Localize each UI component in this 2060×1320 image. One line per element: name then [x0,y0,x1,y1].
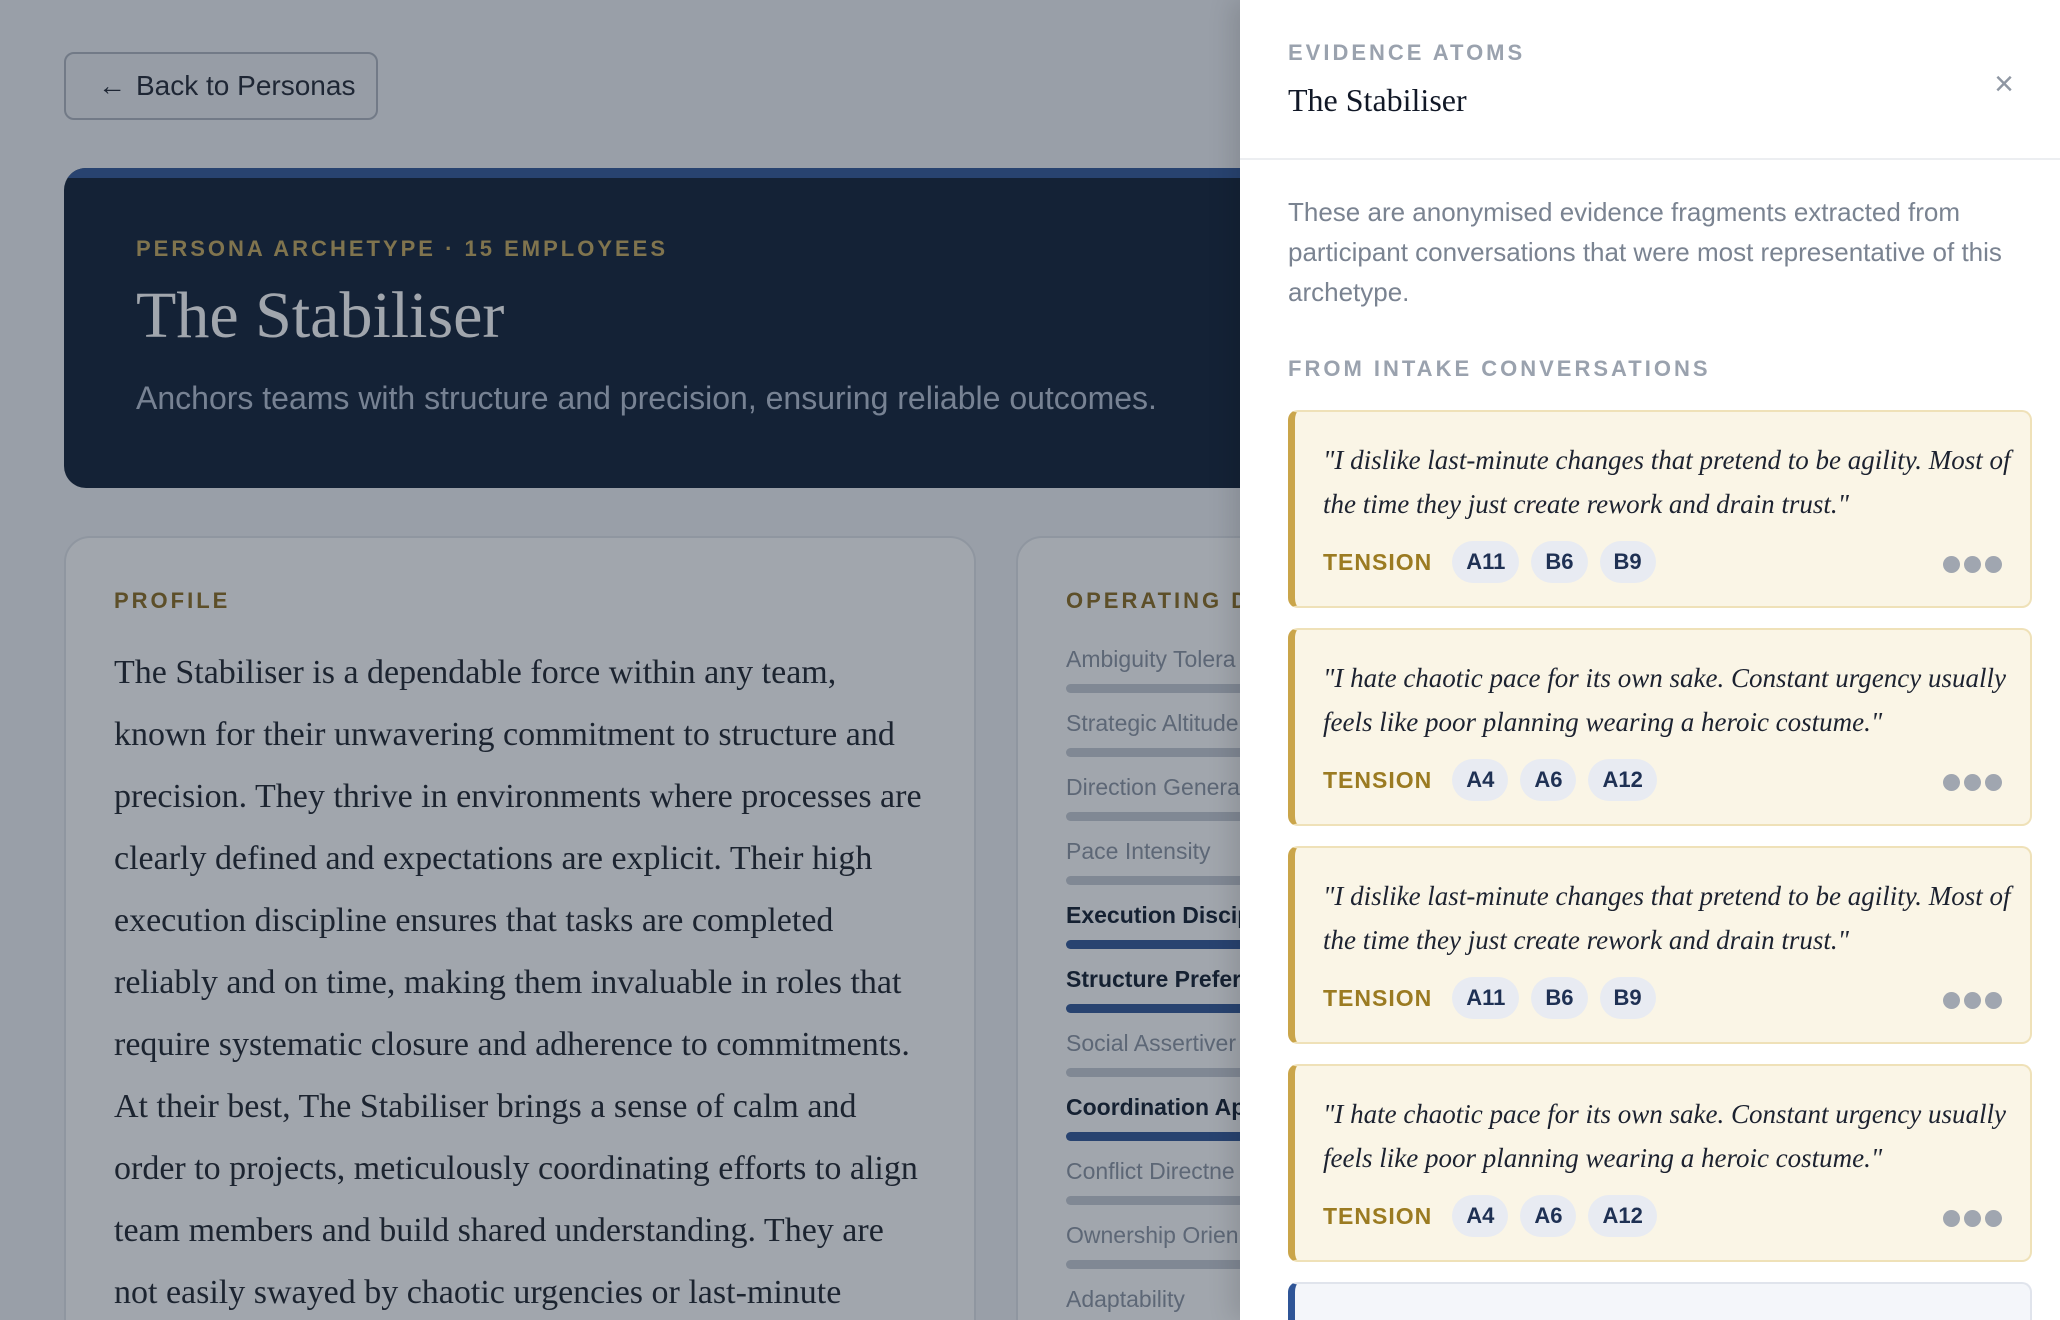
evidence-code-chip[interactable]: B9 [1599,977,1656,1019]
more-options-icon[interactable] [1939,992,2002,1009]
dot [1943,774,1960,791]
evidence-meta: TENSION A11 B6 B9 [1323,540,1668,584]
evidence-quote: "I dislike last-minute changes that pret… [1323,445,2011,519]
dot [1943,992,1960,1009]
more-options-icon[interactable] [1939,556,2002,573]
close-icon[interactable]: × [1986,65,2022,103]
evidence-drawer: EVIDENCE ATOMS The Stabiliser × These ar… [1240,0,2060,1320]
evidence-code-chip[interactable]: A4 [1452,759,1509,801]
evidence-code-chip[interactable]: B9 [1599,541,1656,583]
more-options-icon[interactable] [1939,1210,2002,1227]
evidence-quote: "I hate chaotic pace for its own sake. C… [1323,1099,2006,1173]
dot [1964,1210,1981,1227]
evidence-code-chip[interactable]: B6 [1531,977,1588,1019]
dot [1985,992,2002,1009]
dot [1943,1210,1960,1227]
drawer-intro: These are anonymised evidence fragments … [1288,197,2002,307]
evidence-code-chip[interactable]: A11 [1452,541,1520,583]
evidence-code-chip[interactable]: A12 [1588,1195,1657,1237]
evidence-code-chip[interactable]: A6 [1520,1195,1577,1237]
dot [1964,556,1981,573]
evidence-tag: TENSION [1323,1202,1433,1229]
drawer-header: EVIDENCE ATOMS The Stabiliser × [1240,0,2060,160]
evidence-tag: TENSION [1323,984,1433,1011]
section-label: FROM INTAKE CONVERSATIONS [1288,356,1711,381]
evidence-code-chip[interactable]: A11 [1452,977,1520,1019]
drawer-eyebrow: EVIDENCE ATOMS [1288,40,1526,65]
evidence-atom-card[interactable]: "I hate chaotic pace for its own sake. C… [1288,1064,2032,1262]
evidence-code-chip[interactable]: A6 [1520,759,1577,801]
evidence-atom-card-partial[interactable] [1288,1282,2032,1320]
dot [1985,556,2002,573]
evidence-atom-card[interactable]: "I hate chaotic pace for its own sake. C… [1288,628,2032,826]
evidence-atom-card[interactable]: "I dislike last-minute changes that pret… [1288,846,2032,1044]
drawer-title: The Stabiliser [1288,82,1467,118]
evidence-code-chip[interactable]: A12 [1588,759,1657,801]
evidence-meta: TENSION A4 A6 A12 [1323,758,1669,802]
dot [1964,774,1981,791]
dot [1943,556,1960,573]
evidence-atom-card[interactable]: "I dislike last-minute changes that pret… [1288,410,2032,608]
more-options-icon[interactable] [1939,774,2002,791]
evidence-code-chip[interactable]: A4 [1452,1195,1509,1237]
dot [1964,992,1981,1009]
evidence-quote: "I hate chaotic pace for its own sake. C… [1323,663,2006,737]
evidence-meta: TENSION A4 A6 A12 [1323,1194,1669,1238]
evidence-tag: TENSION [1323,766,1433,793]
evidence-meta: TENSION A11 B6 B9 [1323,976,1668,1020]
evidence-tag: TENSION [1323,548,1433,575]
evidence-quote: "I dislike last-minute changes that pret… [1323,881,2011,955]
evidence-code-chip[interactable]: B6 [1531,541,1588,583]
dot [1985,774,2002,791]
dot [1985,1210,2002,1227]
evidence-atom-list: "I dislike last-minute changes that pret… [1288,410,2032,1320]
